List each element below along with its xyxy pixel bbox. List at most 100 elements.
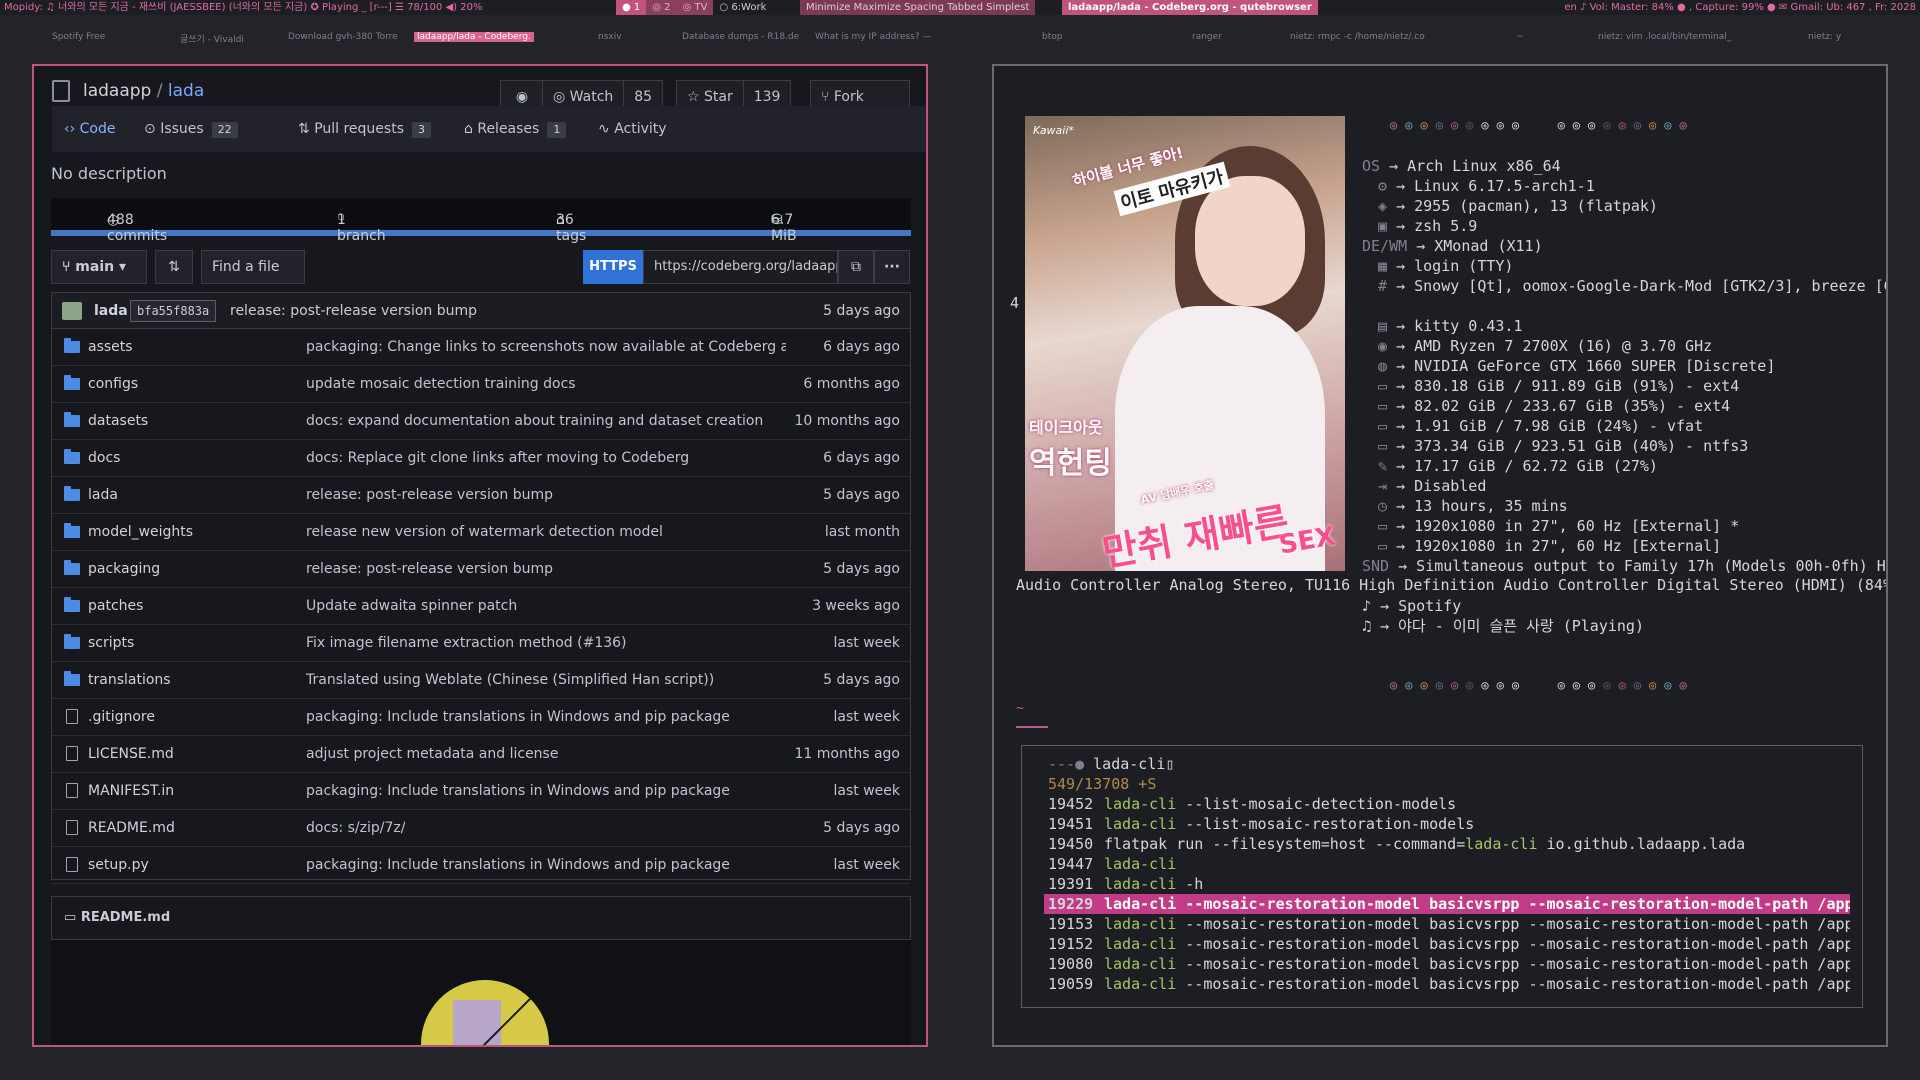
file-row[interactable]: scripts Fix image filename extraction met…	[52, 625, 910, 662]
https-toggle[interactable]: HTTPS	[583, 250, 643, 284]
fastfetch-value: → 13 hours, 35 mins	[1396, 497, 1568, 515]
tab-btop[interactable]: btop	[1042, 32, 1062, 42]
fzf-query-input[interactable]: lada-cli	[1093, 755, 1165, 773]
file-name[interactable]: patches	[88, 588, 143, 624]
file-name[interactable]: model_weights	[88, 514, 193, 550]
find-file-button[interactable]: Find a file	[201, 250, 305, 284]
file-row[interactable]: patches Update adwaita spinner patch 3 wee…	[52, 588, 910, 625]
workspace-2[interactable]: ◎ 2	[646, 0, 677, 15]
file-name[interactable]: packaging	[88, 551, 160, 587]
tab-pull-requests[interactable]: ⇅ Pull requests 3	[298, 106, 431, 152]
file-row[interactable]: translations Translated using Weblate (Ch…	[52, 662, 910, 699]
file-commit-message[interactable]: Update adwaita spinner patch	[306, 588, 517, 624]
copy-button[interactable]: ⧉	[838, 250, 874, 284]
commit-sha[interactable]: bfa55f883a	[130, 300, 217, 322]
tab-vim[interactable]: nietz: vim .local/bin/terminal_	[1598, 32, 1731, 42]
avatar[interactable]	[62, 302, 82, 320]
fzf-history-item[interactable]: 19059 lada-cli --mosaic-restoration-model…	[1044, 974, 1850, 994]
file-commit-message[interactable]: update mosaic detection training docs	[306, 366, 576, 402]
file-row[interactable]: MANIFEST.in packaging: Include translatio…	[52, 773, 910, 810]
file-commit-message[interactable]: packaging: Change links to screenshots n…	[306, 329, 786, 365]
file-name[interactable]: configs	[88, 366, 138, 402]
compare-button[interactable]: ⇅	[155, 250, 193, 284]
file-row[interactable]: model_weights release new version of wate…	[52, 514, 910, 551]
file-row[interactable]: assets packaging: Change links to screens…	[52, 329, 910, 366]
tab-y[interactable]: nietz: y	[1808, 32, 1841, 42]
file-name[interactable]: setup.py	[88, 847, 149, 883]
file-name[interactable]: README.md	[88, 810, 175, 846]
branch-dropdown[interactable]: ⑂ main ▾	[51, 250, 147, 284]
file-commit-message[interactable]: packaging: Include translations in Windo…	[306, 847, 730, 883]
file-name[interactable]: scripts	[88, 625, 134, 661]
file-commit-message[interactable]: release: post-release version bump	[306, 477, 553, 513]
tab-download[interactable]: Download gvh-380 Torre	[288, 32, 398, 42]
file-commit-message[interactable]: adjust project metadata and license	[306, 736, 558, 772]
readme-label[interactable]: README.md	[81, 910, 170, 925]
file-row[interactable]: lada release: post-release version bump 5 …	[52, 477, 910, 514]
fastfetch-value: → login (TTY)	[1396, 257, 1514, 275]
file-row[interactable]: README.md docs: s/zip/7z/5 days ago	[52, 810, 910, 847]
file-row[interactable]: LICENSE.md adjust project metadata and li…	[52, 736, 910, 773]
tab-ranger[interactable]: ranger	[1192, 32, 1222, 42]
file-name[interactable]: translations	[88, 662, 171, 698]
tab-rmpc[interactable]: nietz: rmpc -c /home/nietz/.co	[1290, 32, 1425, 42]
file-commit-message[interactable]: Translated using Weblate (Chinese (Simpl…	[306, 662, 714, 698]
fastfetch-icon: ▭	[1378, 417, 1397, 435]
file-commit-message[interactable]: Fix image filename extraction method (#1…	[306, 625, 627, 661]
file-row[interactable]: configs update mosaic detection training …	[52, 366, 910, 403]
more-button[interactable]: ···	[874, 250, 910, 284]
fzf-history-item[interactable]: 19391 lada-cli -h	[1044, 874, 1850, 894]
file-name[interactable]: datasets	[88, 403, 148, 439]
file-commit-message[interactable]: release: post-release version bump	[306, 551, 553, 587]
pr-count: 3	[412, 122, 431, 138]
file-row[interactable]: .gitignore packaging: Include translation…	[52, 699, 910, 736]
workspace-tv[interactable]: ◎ TV	[676, 0, 714, 15]
tab-issues[interactable]: ⊙ Issues 22	[144, 106, 238, 152]
file-commit-message[interactable]: docs: s/zip/7z/	[306, 810, 405, 846]
tab-ip[interactable]: What is my IP address? —	[815, 32, 931, 42]
file-commit-message[interactable]: docs: expand documentation about trainin…	[306, 403, 763, 439]
repo-name-link[interactable]: lada	[168, 81, 204, 101]
fzf-history-item[interactable]: 19152 lada-cli --mosaic-restoration-model…	[1044, 934, 1850, 954]
tab-codeberg[interactable]: ladaapp/lada - Codeberg.	[414, 32, 534, 42]
fzf-history-item[interactable]: 19452 lada-cli --list-mosaic-detection-mo…	[1044, 794, 1850, 814]
fzf-history-item[interactable]: 19450 flatpak run --filesystem=host --com…	[1044, 834, 1850, 854]
poster-title-4: 역헌팅	[1029, 446, 1112, 481]
repo-owner-link[interactable]: ladaapp	[83, 81, 151, 101]
tab-r18[interactable]: Database dumps - R18.de	[682, 32, 799, 42]
history-command: lada-cli	[1104, 795, 1177, 813]
file-row[interactable]: docs docs: Replace git clone links after …	[52, 440, 910, 477]
fzf-history-item[interactable]: 19153 lada-cli --mosaic-restoration-model…	[1044, 914, 1850, 934]
fzf-history-item[interactable]: 19080 lada-cli --mosaic-restoration-model…	[1044, 954, 1850, 974]
media-status[interactable]: Mopidy: ♫ 너와의 모든 지금 - 재쓰비 (JAESSBEE) (너와…	[4, 0, 482, 15]
file-commit-message[interactable]: packaging: Include translations in Windo…	[306, 773, 730, 809]
tab-code[interactable]: ‹› Code	[64, 106, 116, 152]
file-name[interactable]: docs	[88, 440, 120, 476]
file-row[interactable]: packaging release: post-release version b…	[52, 551, 910, 588]
file-row[interactable]: datasets docs: expand documentation about…	[52, 403, 910, 440]
file-row[interactable]: setup.py packaging: Include translations …	[52, 847, 910, 884]
clone-url-input[interactable]: https://codeberg.org/ladaapp/l	[643, 250, 838, 284]
layout-list[interactable]: Minimize Maximize Spacing Tabbed Simples…	[800, 0, 1036, 15]
workspace-work[interactable]: ○ 6:Work	[713, 0, 772, 15]
file-commit-message[interactable]: release new version of watermark detecti…	[306, 514, 663, 550]
tab-nsxiv[interactable]: nsxiv	[598, 32, 622, 42]
commit-message[interactable]: release: post-release version bump	[230, 293, 477, 329]
file-name[interactable]: LICENSE.md	[88, 736, 174, 772]
tab-home[interactable]: ~	[1516, 32, 1524, 42]
file-name[interactable]: assets	[88, 329, 133, 365]
file-name[interactable]: .gitignore	[88, 699, 155, 735]
file-name[interactable]: lada	[88, 477, 118, 513]
tab-releases[interactable]: ⌂ Releases 1	[464, 106, 567, 152]
file-name[interactable]: MANIFEST.in	[88, 773, 174, 809]
fzf-selected-item[interactable]: 19229 lada-cli --mosaic-restoration-model…	[1044, 894, 1850, 914]
tab-vivaldi[interactable]: 글쓰기 - Vivaldi	[180, 32, 244, 45]
file-commit-message[interactable]: packaging: Include translations in Windo…	[306, 699, 730, 735]
tab-activity[interactable]: ∿ Activity	[598, 106, 667, 152]
workspace-1[interactable]: ● 1	[616, 0, 647, 15]
tab-spotify[interactable]: Spotify Free	[52, 32, 105, 42]
commit-author[interactable]: lada	[94, 293, 128, 329]
fzf-history-item[interactable]: 19451 lada-cli --list-mosaic-restoration-…	[1044, 814, 1850, 834]
file-commit-message[interactable]: docs: Replace git clone links after movi…	[306, 440, 689, 476]
fzf-history-item[interactable]: 19447 lada-cli	[1044, 854, 1850, 874]
